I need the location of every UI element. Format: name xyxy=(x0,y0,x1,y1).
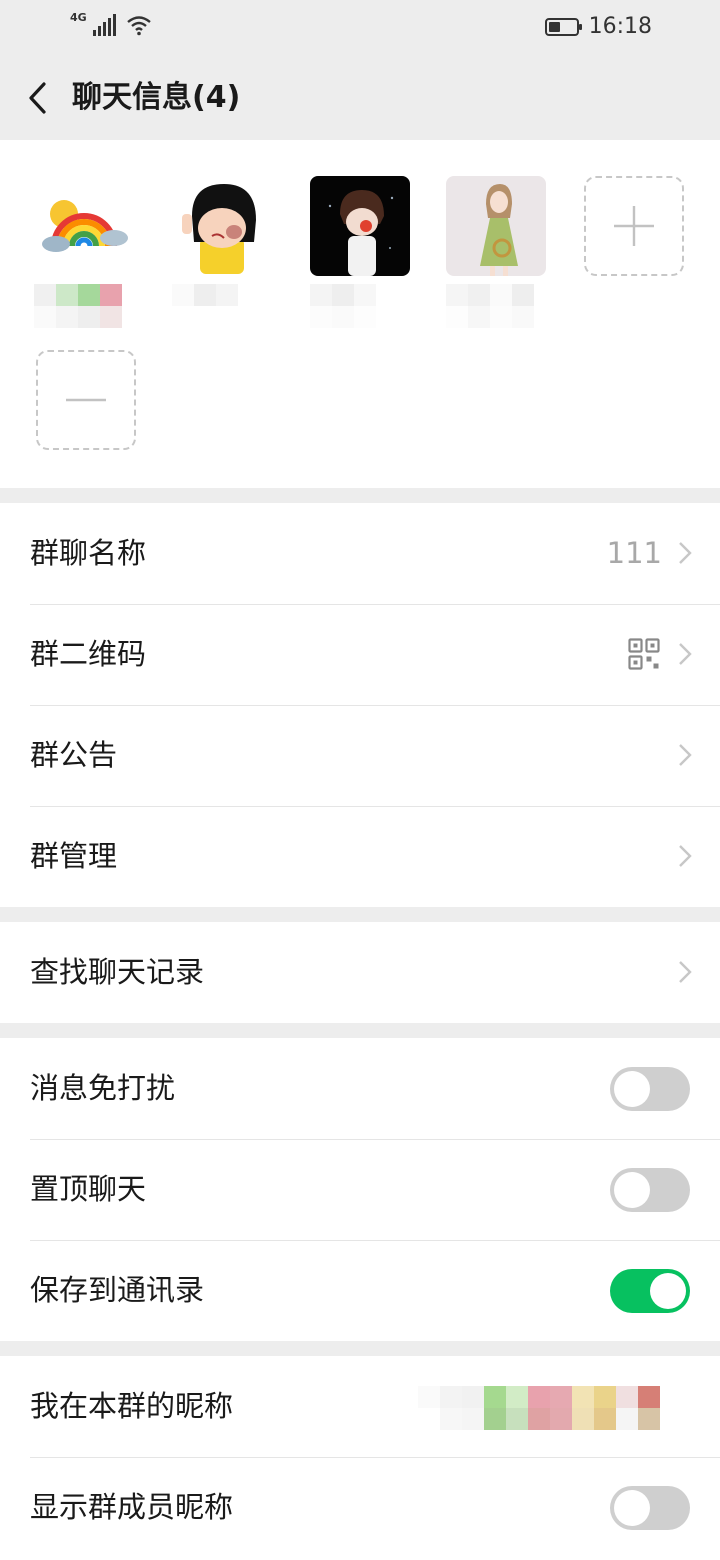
girl-illustration-avatar-icon[interactable] xyxy=(446,176,546,276)
member-item[interactable] xyxy=(172,176,274,306)
clock: 16:18 xyxy=(588,14,652,39)
show-nicknames-row: 显示群成员昵称 xyxy=(0,1457,720,1558)
pin-row: 置顶聊天 xyxy=(0,1139,720,1240)
chevron-right-icon xyxy=(679,845,692,867)
toggle-knob xyxy=(614,1172,650,1208)
network-type: 4G xyxy=(70,11,87,24)
pin-label: 置顶聊天 xyxy=(30,1172,147,1206)
chevron-right-icon xyxy=(679,643,692,665)
mute-label: 消息免打扰 xyxy=(30,1071,176,1105)
group-announcement-label: 群公告 xyxy=(30,738,118,772)
mute-toggle[interactable] xyxy=(610,1067,690,1111)
group-info-section: 群聊名称 111 群二维码 群公告 群管理 xyxy=(0,503,720,907)
save-contacts-toggle[interactable] xyxy=(610,1269,690,1313)
qrcode-icon xyxy=(628,638,660,670)
back-button[interactable] xyxy=(18,76,58,120)
minus-icon xyxy=(66,398,106,402)
group-announcement-row[interactable]: 群公告 xyxy=(0,705,720,806)
mute-row: 消息免打扰 xyxy=(0,1038,720,1139)
header: 聊天信息(4) xyxy=(0,56,720,140)
back-arrow-icon xyxy=(29,82,46,114)
status-right: 16:18 xyxy=(544,14,652,39)
chevron-right-icon xyxy=(679,744,692,766)
pin-toggle[interactable] xyxy=(610,1168,690,1212)
save-contacts-row: 保存到通讯录 xyxy=(0,1240,720,1341)
chevron-right-icon xyxy=(679,542,692,564)
member-name-blurred xyxy=(172,284,274,306)
toggle-knob xyxy=(614,1071,650,1107)
plus-icon xyxy=(614,206,654,246)
group-name-label: 群聊名称 xyxy=(30,536,147,570)
settings-section: 消息免打扰 置顶聊天 保存到通讯录 xyxy=(0,1038,720,1341)
girl-cartoon-avatar-icon[interactable] xyxy=(172,176,272,276)
group-qrcode-label: 群二维码 xyxy=(30,637,147,671)
add-member-button[interactable] xyxy=(584,176,684,276)
show-nicknames-label: 显示群成员昵称 xyxy=(30,1490,234,1524)
save-contacts-label: 保存到通讯录 xyxy=(30,1273,205,1307)
remove-member-button[interactable] xyxy=(36,350,136,450)
member-name-blurred xyxy=(446,284,548,328)
battery-icon xyxy=(544,17,582,36)
toggle-knob xyxy=(650,1273,686,1309)
group-manage-label: 群管理 xyxy=(30,839,118,873)
rainbow-avatar-icon[interactable] xyxy=(34,176,134,276)
my-nickname-row[interactable]: 我在本群的昵称 xyxy=(0,1356,720,1457)
group-qrcode-row[interactable]: 群二维码 xyxy=(0,604,720,705)
member-item[interactable] xyxy=(34,176,136,328)
group-name-value: 111 xyxy=(606,536,662,570)
group-manage-row[interactable]: 群管理 xyxy=(0,806,720,907)
search-history-label: 查找聊天记录 xyxy=(30,955,205,989)
group-name-row[interactable]: 群聊名称 111 xyxy=(0,503,720,604)
chevron-right-icon xyxy=(679,961,692,983)
nickname-section: 我在本群的昵称 显示群成员昵称 xyxy=(0,1356,720,1560)
search-section: 查找聊天记录 xyxy=(0,922,720,1023)
member-item[interactable] xyxy=(446,176,548,328)
show-nicknames-toggle[interactable] xyxy=(610,1486,690,1530)
my-nickname-label: 我在本群的昵称 xyxy=(30,1389,234,1423)
page-title: 聊天信息(4) xyxy=(72,80,241,115)
members-panel xyxy=(0,140,720,488)
search-history-row[interactable]: 查找聊天记录 xyxy=(0,922,720,1023)
status-bar: 4G 16:18 xyxy=(0,0,720,56)
member-name-blurred xyxy=(34,284,136,328)
toggle-knob xyxy=(614,1490,650,1526)
wifi-icon xyxy=(126,16,151,36)
signal-icon xyxy=(92,14,116,36)
nickname-value-blurred xyxy=(418,1386,682,1430)
status-left: 4G xyxy=(70,11,152,36)
member-item[interactable] xyxy=(310,176,412,328)
member-name-blurred xyxy=(310,284,412,328)
battery-level xyxy=(548,21,561,32)
boy-cartoon-avatar-icon[interactable] xyxy=(310,176,410,276)
